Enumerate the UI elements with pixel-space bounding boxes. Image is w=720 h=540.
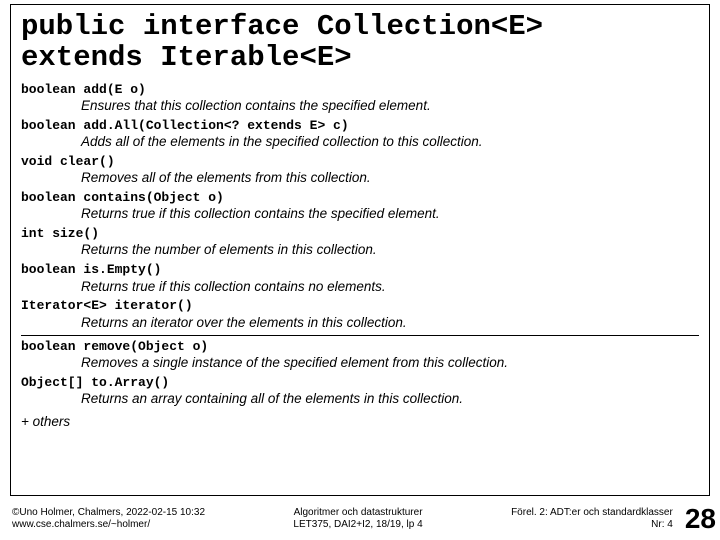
method-description: Returns an array containing all of the e… xyxy=(81,391,699,408)
footer-right: Förel. 2: ADT:er och standardklasser Nr:… xyxy=(511,507,673,531)
title-line-2: extends Iterable<E> xyxy=(21,42,699,73)
method-signature: void clear() xyxy=(21,154,699,170)
footer-nr: Nr: 4 xyxy=(511,519,673,531)
method-signature: boolean remove(Object o) xyxy=(21,339,699,355)
separator xyxy=(21,335,699,336)
footer-course: Algoritmer och datastrukturer xyxy=(293,507,422,519)
slide-number: 28 xyxy=(685,503,716,535)
slide-content: public interface Collection<E> extends I… xyxy=(11,5,709,435)
slide-frame: public interface Collection<E> extends I… xyxy=(10,4,710,496)
slide-footer: ©Uno Holmer, Chalmers, 2022-02-15 10:32 … xyxy=(0,498,720,540)
slide-title: public interface Collection<E> extends I… xyxy=(21,11,699,74)
method-block: boolean is.Empty() Returns true if this … xyxy=(21,262,699,295)
method-signature: boolean add(E o) xyxy=(21,82,699,98)
footer-left: ©Uno Holmer, Chalmers, 2022-02-15 10:32 … xyxy=(12,507,205,531)
footer-center: Algoritmer och datastrukturer LET375, DA… xyxy=(293,507,422,531)
method-signature: int size() xyxy=(21,226,699,242)
method-signature: Iterator<E> iterator() xyxy=(21,298,699,314)
title-line-1: public interface Collection<E> xyxy=(21,11,699,42)
method-block: void clear() Removes all of the elements… xyxy=(21,154,699,187)
method-block: int size() Returns the number of element… xyxy=(21,226,699,259)
others-note: + others xyxy=(21,414,699,429)
method-block: Object[] to.Array() Returns an array con… xyxy=(21,375,699,408)
method-signature: boolean contains(Object o) xyxy=(21,190,699,206)
method-block: boolean add(E o) Ensures that this colle… xyxy=(21,82,699,115)
footer-right-wrap: Förel. 2: ADT:er och standardklasser Nr:… xyxy=(511,503,716,535)
method-signature: Object[] to.Array() xyxy=(21,375,699,391)
method-signature: boolean add.All(Collection<? extends E> … xyxy=(21,118,699,134)
method-description: Removes all of the elements from this co… xyxy=(81,170,699,187)
method-description: Returns true if this collection contains… xyxy=(81,279,699,296)
method-description: Ensures that this collection contains th… xyxy=(81,98,699,115)
method-description: Adds all of the elements in the specifie… xyxy=(81,134,699,151)
method-signature: boolean is.Empty() xyxy=(21,262,699,278)
method-block: Iterator<E> iterator() Returns an iterat… xyxy=(21,298,699,331)
footer-coursecode: LET375, DAI2+I2, 18/19, lp 4 xyxy=(293,519,422,531)
footer-copyright: ©Uno Holmer, Chalmers, 2022-02-15 10:32 xyxy=(12,507,205,519)
footer-url: www.cse.chalmers.se/~holmer/ xyxy=(12,519,205,531)
method-description: Returns true if this collection contains… xyxy=(81,206,699,223)
method-description: Returns the number of elements in this c… xyxy=(81,242,699,259)
method-block: boolean contains(Object o) Returns true … xyxy=(21,190,699,223)
method-description: Removes a single instance of the specifi… xyxy=(81,355,699,372)
method-description: Returns an iterator over the elements in… xyxy=(81,315,699,332)
method-block: boolean remove(Object o) Removes a singl… xyxy=(21,339,699,372)
footer-lecture: Förel. 2: ADT:er och standardklasser xyxy=(511,507,673,519)
method-block: boolean add.All(Collection<? extends E> … xyxy=(21,118,699,151)
